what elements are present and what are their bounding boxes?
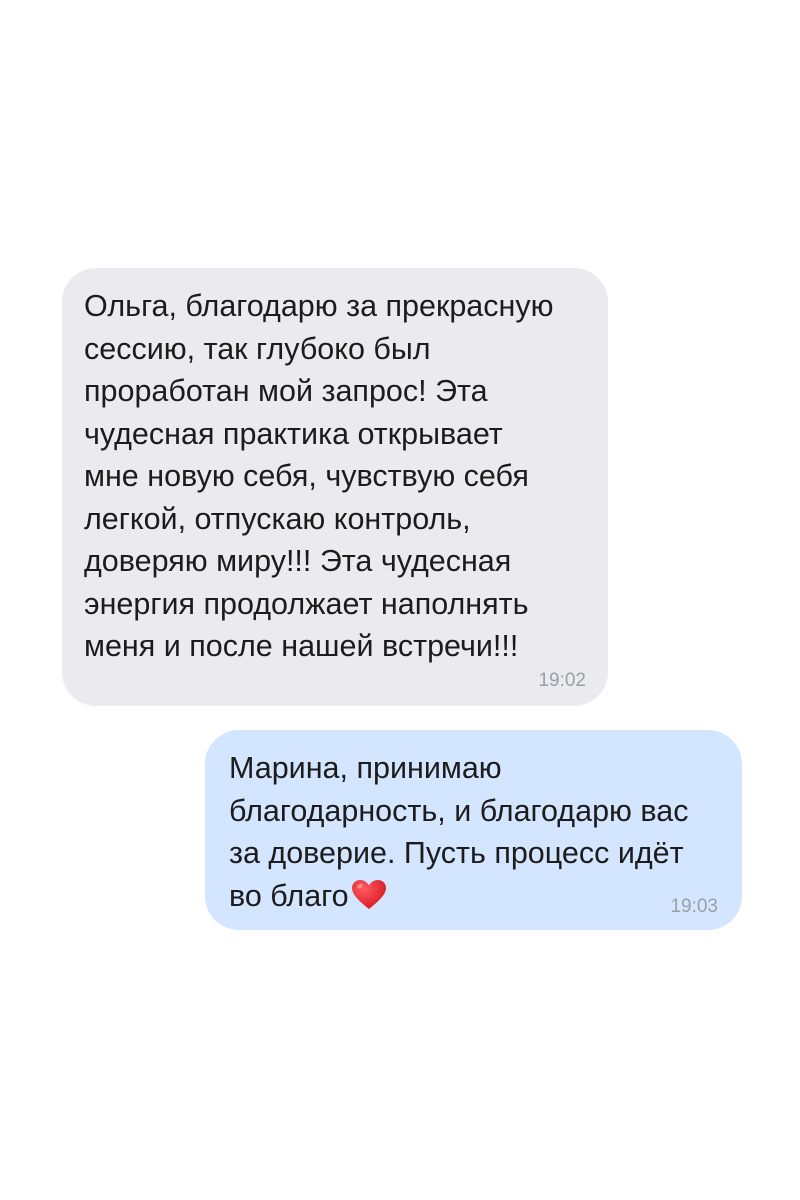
message-line: проработан мой запрос! Эта: [84, 374, 488, 408]
message-line: доверяю миру!!! Эта чудесная: [84, 544, 512, 578]
chat-conversation: Ольга, благодарю за прекрасную сессию, т…: [0, 0, 800, 1200]
message-line: мне новую себя, чувствую себя: [84, 459, 529, 493]
message-line: сессию, так глубоко был: [84, 331, 431, 366]
message-line: во благо: [229, 878, 349, 913]
message-line-with-emoji: во благо: [229, 875, 722, 923]
message-line: легкой, отпускаю контроль,: [84, 501, 471, 536]
message-line: чудесная практика открывает: [84, 416, 503, 451]
message-line: меня и после нашей встречи!!!: [84, 629, 519, 663]
message-line: Марина, принимаю: [229, 751, 502, 785]
message-timestamp: 19:03: [670, 896, 718, 917]
message-line: благодарность, и благодарю вас: [229, 793, 689, 828]
message-line: за доверие. Пусть процесс идёт: [229, 836, 684, 870]
message-line: энергия продолжает наполнять: [84, 586, 529, 621]
message-timestamp: 19:02: [538, 670, 586, 691]
message-line: Ольга, благодарю за прекрасную: [84, 289, 554, 323]
incoming-message-text: Ольга, благодарю за прекрасную сессию, т…: [84, 285, 588, 668]
outgoing-message-bubble[interactable]: Марина, принимаю благодарность, и благод…: [205, 730, 742, 930]
incoming-message-bubble[interactable]: Ольга, благодарю за прекрасную сессию, т…: [62, 268, 608, 706]
outgoing-message-text: Марина, принимаю благодарность, и благод…: [229, 747, 722, 922]
heart-emoji-icon: [351, 879, 387, 923]
